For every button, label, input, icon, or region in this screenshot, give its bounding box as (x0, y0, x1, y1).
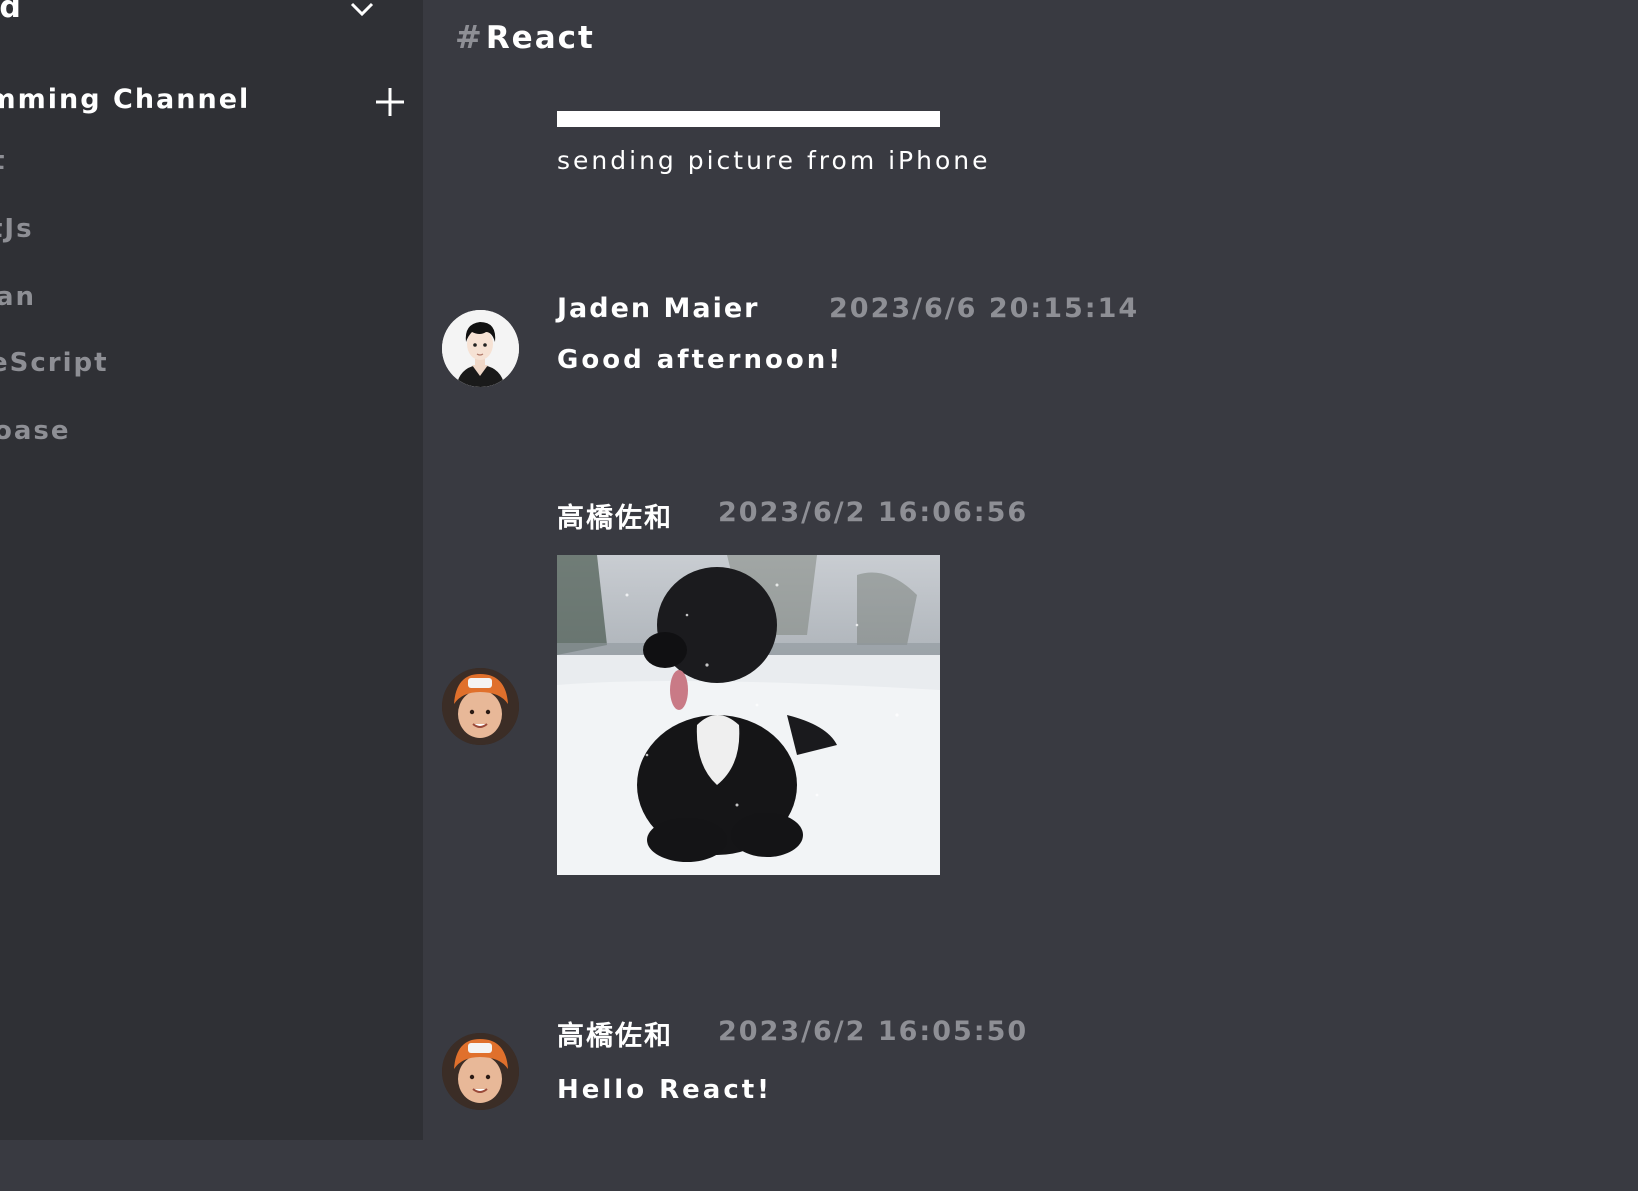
message-photo-dog-in-snow[interactable] (557, 555, 940, 875)
message-image-placeholder (557, 111, 940, 127)
sidebar: ord ramming Channel t tJs an eScript oas… (0, 0, 423, 1140)
add-channel-icon[interactable] (374, 86, 406, 118)
chevron-down-icon[interactable] (349, 0, 375, 18)
chat-area: # React sending picture from iPhone Jaden… (423, 0, 1568, 1140)
message-author[interactable]: Jaden Maier (557, 293, 760, 324)
avatar-takahashi-sawa[interactable] (442, 668, 519, 745)
sidebar-item-react[interactable]: t (0, 146, 6, 176)
message-timestamp: 2023/6/6 20:15:14 (829, 293, 1140, 324)
message-text: Hello React! (557, 1075, 773, 1105)
channel-hash-icon: # (455, 18, 482, 56)
sidebar-item-nextjs[interactable]: tJs (0, 214, 34, 244)
sidebar-item-typescript[interactable]: eScript (0, 348, 109, 378)
sidebar-item-firebase[interactable]: oase (0, 416, 71, 446)
server-title[interactable]: ord (0, 0, 23, 25)
message-author[interactable]: 高橋佐和 (557, 496, 673, 535)
avatar-jaden-maier[interactable] (442, 310, 519, 387)
message-text: Good afternoon! (557, 345, 844, 375)
app-window: ord ramming Channel t tJs an eScript oas… (0, 0, 1568, 1140)
message-text: sending picture from iPhone (557, 146, 991, 175)
category-programming-channel[interactable]: ramming Channel (0, 84, 250, 115)
channel-title: React (485, 20, 595, 56)
message-author[interactable]: 高橋佐和 (557, 1014, 673, 1053)
channel-header: # React (455, 18, 595, 56)
message-timestamp: 2023/6/2 16:06:56 (718, 497, 1029, 528)
sidebar-item-tailwind[interactable]: an (0, 282, 36, 312)
avatar-takahashi-sawa[interactable] (442, 1033, 519, 1110)
message-timestamp: 2023/6/2 16:05:50 (718, 1016, 1029, 1047)
